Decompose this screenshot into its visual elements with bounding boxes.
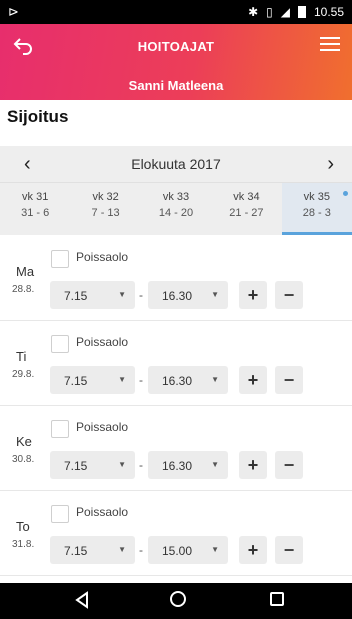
day-row: Ke 30.8. Poissaolo 7.15 ▼ - 16.30 ▼ + − bbox=[0, 410, 352, 491]
absence-checkbox[interactable] bbox=[51, 505, 69, 523]
active-dot-icon bbox=[343, 191, 349, 196]
remove-time-button[interactable]: − bbox=[275, 536, 303, 564]
next-month-button[interactable]: › bbox=[327, 153, 334, 176]
day-row: To 31.8. Poissaolo 7.15 ▼ - 15.00 ▼ + − bbox=[0, 495, 352, 576]
remove-time-button[interactable]: − bbox=[275, 281, 303, 309]
add-time-button[interactable]: + bbox=[239, 281, 267, 309]
dropdown-arrow-icon: ▼ bbox=[118, 375, 126, 384]
bluetooth-icon: ✱ bbox=[248, 5, 259, 19]
system-nav-bar bbox=[0, 583, 352, 619]
status-time: 10.55 bbox=[313, 5, 344, 19]
dropdown-arrow-icon: ▼ bbox=[118, 545, 126, 554]
week-tab-active[interactable]: vk 35 28 - 3 bbox=[281, 183, 352, 235]
time-separator: - bbox=[139, 288, 143, 302]
start-time-select[interactable]: 7.15 ▼ bbox=[50, 451, 135, 479]
day-date: 28.8. bbox=[12, 284, 35, 295]
header-title: HOITOAJAT bbox=[137, 39, 215, 54]
add-time-button[interactable]: + bbox=[239, 366, 267, 394]
dropdown-arrow-icon: ▼ bbox=[211, 375, 219, 384]
end-time-select[interactable]: 16.30 ▼ bbox=[148, 281, 228, 309]
dropdown-arrow-icon: ▼ bbox=[211, 290, 219, 299]
day-date: 29.8. bbox=[12, 369, 35, 380]
nav-back-icon[interactable] bbox=[74, 591, 90, 609]
absence-label: Poissaolo bbox=[76, 420, 129, 434]
day-date: 31.8. bbox=[12, 539, 35, 550]
week-tab[interactable]: vk 31 31 - 6 bbox=[0, 183, 70, 235]
absence-label: Poissaolo bbox=[76, 250, 129, 264]
dropdown-arrow-icon: ▼ bbox=[211, 545, 219, 554]
day-name: Ma bbox=[16, 264, 35, 279]
week-selector: vk 31 31 - 6 vk 32 7 - 13 vk 33 14 - 20 … bbox=[0, 182, 352, 235]
week-tab[interactable]: vk 34 21 - 27 bbox=[211, 183, 281, 235]
day-name: Ti bbox=[16, 349, 27, 364]
remove-time-button[interactable]: − bbox=[275, 366, 303, 394]
dropdown-arrow-icon: ▼ bbox=[118, 460, 126, 469]
start-time-select[interactable]: 7.15 ▼ bbox=[50, 366, 135, 394]
signal-icon: ◢ bbox=[280, 5, 290, 19]
notification-icon: ⊳ bbox=[8, 4, 19, 19]
dropdown-arrow-icon: ▼ bbox=[118, 290, 126, 299]
end-time-select[interactable]: 16.30 ▼ bbox=[148, 366, 228, 394]
add-time-button[interactable]: + bbox=[239, 451, 267, 479]
start-time-select[interactable]: 7.15 ▼ bbox=[50, 536, 135, 564]
end-time-select[interactable]: 16.30 ▼ bbox=[148, 451, 228, 479]
absence-checkbox[interactable] bbox=[51, 420, 69, 438]
dropdown-arrow-icon: ▼ bbox=[211, 460, 219, 469]
status-bar: ⊳ ✱ ▯ ◢ 10.55 bbox=[0, 0, 352, 24]
end-time-select[interactable]: 15.00 ▼ bbox=[148, 536, 228, 564]
time-separator: - bbox=[139, 543, 143, 557]
child-name: Sanni Matleena bbox=[128, 78, 224, 93]
add-time-button[interactable]: + bbox=[239, 536, 267, 564]
battery-icon bbox=[297, 6, 306, 18]
start-time-select[interactable]: 7.15 ▼ bbox=[50, 281, 135, 309]
week-tab[interactable]: vk 32 7 - 13 bbox=[70, 183, 140, 235]
day-row: Ti 29.8. Poissaolo 7.15 ▼ - 16.30 ▼ + − bbox=[0, 325, 352, 406]
week-tab[interactable]: vk 33 14 - 20 bbox=[141, 183, 211, 235]
section-title: Sijoitus bbox=[7, 107, 69, 126]
absence-checkbox[interactable] bbox=[51, 250, 69, 268]
menu-icon[interactable] bbox=[320, 37, 340, 53]
month-label: Elokuuta 2017 bbox=[131, 156, 221, 172]
day-row: Ma 28.8. Poissaolo 7.15 ▼ - 16.30 ▼ + − bbox=[0, 240, 352, 321]
remove-time-button[interactable]: − bbox=[275, 451, 303, 479]
time-separator: - bbox=[139, 373, 143, 387]
month-navigation: ‹ Elokuuta 2017 › bbox=[0, 146, 352, 182]
app-header: HOITOAJAT Sanni Matleena bbox=[0, 24, 352, 100]
day-name: Ke bbox=[16, 434, 32, 449]
nav-home-icon[interactable] bbox=[170, 591, 186, 607]
nav-recents-icon[interactable] bbox=[270, 592, 284, 606]
vibrate-icon: ▯ bbox=[266, 5, 273, 19]
time-separator: - bbox=[139, 458, 143, 472]
day-date: 30.8. bbox=[12, 454, 35, 465]
day-name: To bbox=[16, 519, 30, 534]
absence-label: Poissaolo bbox=[76, 335, 129, 349]
absence-checkbox[interactable] bbox=[51, 335, 69, 353]
status-icons: ✱ ▯ ◢ 10.55 bbox=[248, 5, 344, 19]
absence-label: Poissaolo bbox=[76, 505, 129, 519]
